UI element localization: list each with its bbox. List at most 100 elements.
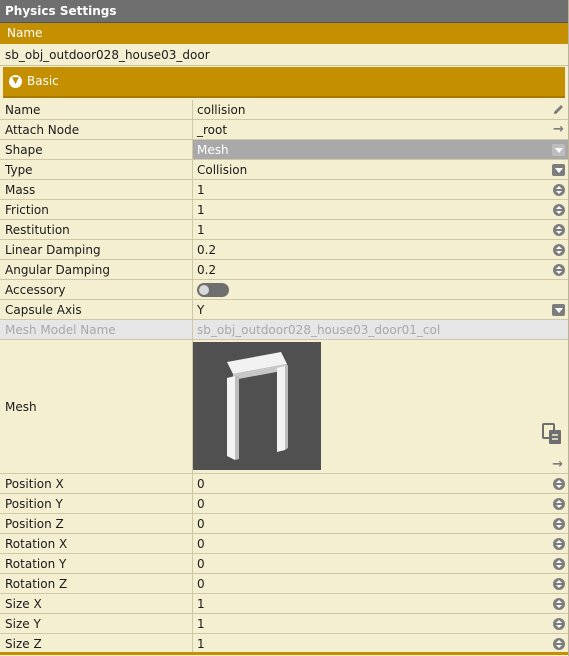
property-label: Friction <box>0 200 193 219</box>
spinner-icon[interactable] <box>552 183 565 196</box>
property-row-rotation-y: Rotation Y 0 <box>0 554 568 574</box>
property-value-text: 0 <box>197 577 205 591</box>
property-label: Mesh Model Name <box>0 320 193 339</box>
property-value-position-y[interactable]: 0 <box>193 494 568 513</box>
property-value-rotation-y[interactable]: 0 <box>193 554 568 573</box>
spinner-icon[interactable] <box>552 203 565 216</box>
property-value-mesh-model-name: sb_obj_outdoor028_house03_door01_col <box>193 320 568 339</box>
edit-pencil-icon[interactable] <box>552 103 565 116</box>
property-label: Restitution <box>0 220 193 239</box>
property-value-friction[interactable]: 1 <box>193 200 568 219</box>
property-value-mass[interactable]: 1 <box>193 180 568 199</box>
property-label: Mesh <box>0 340 193 473</box>
property-row-linear-damping: Linear Damping 0.2 <box>0 240 568 260</box>
spinner-icon[interactable] <box>552 263 565 276</box>
property-value-accessory[interactable] <box>193 280 568 299</box>
door-frame-mesh-image <box>193 342 321 470</box>
property-value-text: 0 <box>197 557 205 571</box>
property-value-text: 1 <box>197 183 205 197</box>
up-down-arrows-icon <box>552 223 565 236</box>
up-down-arrows-icon <box>552 557 565 570</box>
spinner-icon[interactable] <box>552 497 565 510</box>
dropdown-arrow-icon[interactable] <box>552 143 565 156</box>
dropdown-arrow-icon[interactable] <box>552 163 565 176</box>
up-down-arrows-icon <box>552 497 565 510</box>
property-label: Linear Damping <box>0 240 193 259</box>
property-value-capsule-axis[interactable]: Y <box>193 300 568 319</box>
spinner-icon[interactable] <box>552 477 565 490</box>
property-value-restitution[interactable]: 1 <box>193 220 568 239</box>
arrow-right-icon[interactable]: → <box>540 458 566 471</box>
property-value-text: 1 <box>197 597 205 611</box>
property-value-size-z[interactable]: 1 <box>193 634 568 653</box>
property-value-attach-node[interactable]: _root → <box>193 120 568 139</box>
basic-section-toggle[interactable]: ▼ Basic <box>3 67 565 98</box>
property-label: Accessory <box>0 280 193 299</box>
property-value-text: 1 <box>197 223 205 237</box>
property-value-text: Mesh <box>197 143 229 157</box>
property-value-text: Collision <box>197 163 248 177</box>
spinner-icon[interactable] <box>552 223 565 236</box>
property-value-text: sb_obj_outdoor028_house03_door01_col <box>197 323 441 337</box>
mesh-thumbnail[interactable] <box>193 342 321 470</box>
spinner-icon[interactable] <box>552 617 565 630</box>
property-value-text: _root <box>197 123 228 137</box>
up-down-arrows-icon <box>552 577 565 590</box>
accessory-toggle[interactable] <box>197 283 229 297</box>
pencil-icon <box>554 105 563 114</box>
property-row-size-z: Size Z 1 <box>0 634 568 654</box>
panel-title: Physics Settings <box>0 0 568 23</box>
property-label: Rotation Y <box>0 554 193 573</box>
spinner-icon[interactable] <box>552 637 565 650</box>
property-row-friction: Friction 1 <box>0 200 568 220</box>
property-value-text: 1 <box>197 203 205 217</box>
property-value-shape[interactable]: Mesh <box>193 140 568 159</box>
up-down-arrows-icon <box>552 617 565 630</box>
toggle-knob <box>199 285 209 295</box>
property-row-accessory: Accessory <box>0 280 568 300</box>
arrow-right-icon: → <box>553 122 564 137</box>
property-value-linear-damping[interactable]: 0.2 <box>193 240 568 259</box>
property-value-text: 1 <box>197 617 205 631</box>
property-value-size-y[interactable]: 1 <box>193 614 568 633</box>
property-value-text: 0 <box>197 517 205 531</box>
property-value-text: 1 <box>197 637 205 651</box>
spinner-icon[interactable] <box>552 517 565 530</box>
spinner-icon[interactable] <box>552 537 565 550</box>
property-value-text: collision <box>197 103 246 117</box>
property-value-rotation-x[interactable]: 0 <box>193 534 568 553</box>
dropdown-arrow-icon[interactable] <box>552 303 565 316</box>
spinner-icon[interactable] <box>552 597 565 610</box>
property-value-text: 0 <box>197 477 205 491</box>
property-row-position-z: Position Z 0 <box>0 514 568 534</box>
property-value-angular-damping[interactable]: 0.2 <box>193 260 568 279</box>
property-label: Angular Damping <box>0 260 193 279</box>
bottom-divider <box>0 652 568 655</box>
property-row-position-x: Position X 0 <box>0 474 568 494</box>
property-value-position-z[interactable]: 0 <box>193 514 568 533</box>
property-value-text: 0 <box>197 497 205 511</box>
property-row-mesh-model-name: Mesh Model Name sb_obj_outdoor028_house03… <box>0 320 568 340</box>
copy-document-icon[interactable] <box>540 422 566 452</box>
property-row-capsule-axis: Capsule Axis Y <box>0 300 568 320</box>
property-value-type[interactable]: Collision <box>193 160 568 179</box>
basic-section-label: Basic <box>27 74 59 88</box>
property-value-size-x[interactable]: 1 <box>193 594 568 613</box>
property-value-position-x[interactable]: 0 <box>193 474 568 493</box>
spinner-icon[interactable] <box>552 557 565 570</box>
triangle-down-icon <box>552 303 565 316</box>
spinner-icon[interactable] <box>552 577 565 590</box>
name-section-header: Name <box>0 23 568 44</box>
chevron-down-icon: ▼ <box>9 75 22 88</box>
navigate-arrow-icon[interactable]: → <box>552 123 565 136</box>
up-down-arrows-icon <box>552 637 565 650</box>
property-label: Size Y <box>0 614 193 633</box>
object-name-field[interactable]: sb_obj_outdoor028_house03_door <box>0 44 568 66</box>
property-label: Attach Node <box>0 120 193 139</box>
property-label: Mass <box>0 180 193 199</box>
property-value-name[interactable]: collision <box>193 100 568 119</box>
up-down-arrows-icon <box>552 243 565 256</box>
spinner-icon[interactable] <box>552 243 565 256</box>
property-row-angular-damping: Angular Damping 0.2 <box>0 260 568 280</box>
property-value-rotation-z[interactable]: 0 <box>193 574 568 593</box>
